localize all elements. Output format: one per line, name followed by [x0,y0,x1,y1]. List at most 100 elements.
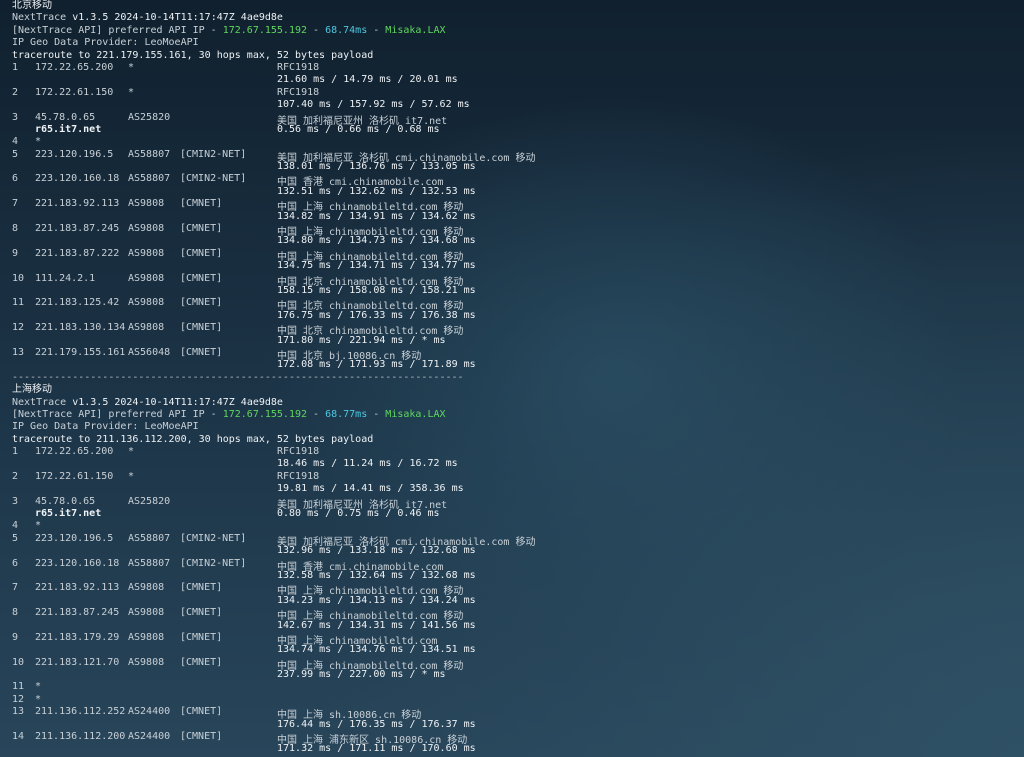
hop-asn: AS9808 [128,631,165,643]
hop-asn: * [128,470,135,482]
hop-geo: RFC1918 [277,61,320,73]
hop-ip: 221.183.130.134 [35,322,126,334]
hop-network-tag: [CMNET] [180,346,223,358]
hop-list: 1 172.22.65.200 * RFC1918 18.46 ms / 11.24 m… [12,446,1012,756]
hop-detail-row: 134.74 ms / 134.76 ms / 134.51 ms [12,644,1012,656]
hop-number: 9 [12,631,19,643]
hop-row: 12 * [12,694,1012,706]
hop-asn: AS9808 [128,607,165,619]
hop-rtt: 171.80 ms / 221.94 ms / * ms [277,334,446,346]
api-node: Misaka.LAX [385,24,446,36]
hop-row: 6 223.120.160.18 AS58807 [CMIN2-NET] 中国 香港 c… [12,173,1012,188]
hop-network-tag: [CMNET] [180,731,223,743]
hop-number: 11 [12,297,25,309]
hop-network-tag: [CMIN2-NET] [180,532,247,544]
hop-row: 11 * [12,681,1012,693]
hop-rtt: 134.82 ms / 134.91 ms / 134.62 ms [277,210,476,222]
hop-detail-row: 134.80 ms / 134.73 ms / 134.68 ms [12,235,1012,247]
hop-row: 9 221.183.179.29 AS9808 [CMNET] 中国 上海 chinam… [12,631,1012,647]
hop-number: 12 [12,693,25,705]
hop-asn: AS58807 [128,532,171,544]
traceroute-line: traceroute to 211.136.112.200, 30 hops m… [12,433,374,445]
hop-network-tag: [CMNET] [180,198,223,210]
hop-detail-row: 172.08 ms / 171.93 ms / 171.89 ms [12,359,1012,371]
hop-row: 1 172.22.65.200 * RFC1918 [12,446,1012,458]
hop-asn: AS9808 [128,247,165,259]
hop-asn: AS25820 [128,111,171,123]
hop-network-tag: [CMNET] [180,706,223,718]
hop-number: 13 [12,706,25,718]
hop-rtt: 107.40 ms / 157.92 ms / 57.62 ms [277,99,470,111]
hop-ip: 223.120.160.18 [35,557,120,569]
api-node: Misaka.LAX [385,408,446,420]
geo-provider-line: IP Geo Data Provider: LeoMoeAPI [12,37,199,49]
hop-ip: 223.120.196.5 [35,148,114,160]
hop-rtt: 237.99 ms / 227.00 ms / * ms [277,669,446,681]
hop-network-tag: [CMIN2-NET] [180,173,247,185]
hop-detail-row: 21.60 ms / 14.79 ms / 20.01 ms [12,74,1012,86]
hop-detail-row: 134.75 ms / 134.71 ms / 134.77 ms [12,260,1012,272]
hop-rtt: 19.81 ms / 14.41 ms / 358.36 ms [277,483,464,495]
hop-row: 6 223.120.160.18 AS58807 [CMIN2-NET] 中国 香港 c… [12,557,1012,573]
hop-rtt: 171.32 ms / 171.11 ms / 170.60 ms [277,743,476,755]
hop-detail-row: r65.it7.net 0.80 ms / 0.75 ms / 0.46 ms [12,508,1012,520]
hop-number: 1 [12,61,19,73]
hop-row: 2 172.22.61.150 * RFC1918 [12,471,1012,483]
hop-asn: AS24400 [128,731,171,743]
hop-number: 5 [12,532,19,544]
hop-detail-row: 138.01 ms / 136.76 ms / 133.05 ms [12,161,1012,173]
hop-asn: AS9808 [128,322,165,334]
hop-ip: 172.22.61.150 [35,86,114,98]
hop-network-tag: [CMNET] [180,297,223,309]
hop-row: 13 211.136.112.252 AS24400 [CMNET] 中国 上海 sh.… [12,706,1012,721]
hop-detail-row: 107.40 ms / 157.92 ms / 57.62 ms [12,99,1012,111]
hop-row: 14 211.136.112.200 AS24400 [CMNET] 中国 上海 浦东新… [12,731,1012,746]
hop-detail-row: 237.99 ms / 227.00 ms / * ms [12,669,1012,681]
trace-section-shanghai: 上海移动 NextTrace v1.3.5 2024-10-14T11:17:4… [12,384,1012,756]
api-latency: 68.74ms [325,24,368,36]
version-line: NextTrace v1.3.5 2024-10-14T11:17:47Z 4a… [12,12,283,24]
api-ip: 172.67.155.192 [222,408,308,420]
section-title: 北京移动 [12,0,52,11]
hop-rtt: 18.46 ms / 11.24 ms / 16.72 ms [277,458,458,470]
hop-number: 3 [12,495,19,507]
hop-number: 10 [12,656,25,668]
hop-ip: 223.120.196.5 [35,532,114,544]
hop-row: 7 221.183.92.113 AS9808 [CMNET] 中国 上海 chinam… [12,198,1012,213]
hop-rtt: 0.80 ms / 0.75 ms / 0.46 ms [277,508,440,520]
hop-number: 8 [12,607,19,619]
hop-network-tag: [CMNET] [180,582,223,594]
hop-detail-row: 18.46 ms / 11.24 ms / 16.72 ms [12,458,1012,470]
hop-network-tag: [CMNET] [180,223,223,235]
hop-number: 8 [12,223,19,235]
hop-detail-row: 134.23 ms / 134.13 ms / 134.24 ms [12,595,1012,607]
hop-asn: AS9808 [128,297,165,309]
hop-number: 6 [12,557,19,569]
hop-rtt: 134.23 ms / 134.13 ms / 134.24 ms [277,594,476,606]
hop-list: 1 172.22.65.200 * RFC1918 21.60 ms / 14.79 m… [12,62,1012,372]
hop-row: 10 221.183.121.70 AS9808 [CMNET] 中国 上海 china… [12,656,1012,672]
section-separator: ----------------------------------------… [12,371,464,383]
hop-network-tag: [CMNET] [180,272,223,284]
hop-ip: 221.183.87.245 [35,607,120,619]
hop-detail-row: 134.82 ms / 134.91 ms / 134.62 ms [12,211,1012,223]
hop-asn: AS58807 [128,148,171,160]
terminal-output: 北京移动 NextTrace v1.3.5 2024-10-14T11:17:4… [12,0,1012,756]
hop-row: 9 221.183.87.222 AS9808 [CMNET] 中国 上海 chinam… [12,247,1012,263]
hop-ip: 172.22.65.200 [35,61,114,73]
hop-ip: 221.179.155.161 [35,346,126,358]
hop-number: 13 [12,346,25,358]
hop-row: 8 221.183.87.245 AS9808 [CMNET] 中国 上海 chinam… [12,607,1012,622]
hop-ip: 211.136.112.200 [35,731,126,743]
hop-rtt: 176.75 ms / 176.33 ms / 176.38 ms [277,309,476,321]
hop-geo: RFC1918 [277,470,320,482]
hop-network-tag: [CMNET] [180,607,223,619]
hop-ip: 221.183.179.29 [35,631,120,643]
hop-ip: 172.22.61.150 [35,470,114,482]
hop-ip: 221.183.87.222 [35,247,120,259]
hop-rtt: 132.96 ms / 133.18 ms / 132.68 ms [277,545,476,557]
hop-network-tag: [CMIN2-NET] [180,557,247,569]
hop-asn: AS9808 [128,582,165,594]
hop-rtt: 0.56 ms / 0.66 ms / 0.68 ms [277,123,440,135]
hop-asn: AS9808 [128,223,165,235]
